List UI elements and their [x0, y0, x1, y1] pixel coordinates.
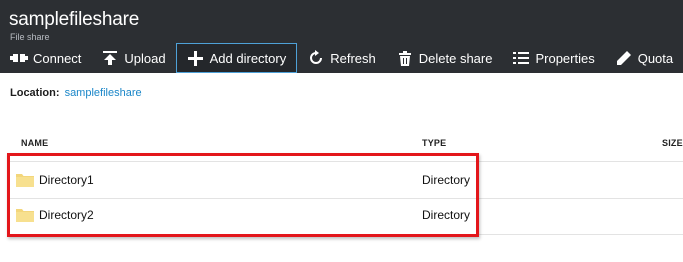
location-link[interactable]: samplefileshare	[65, 87, 142, 99]
quota-button[interactable]: Quota	[605, 43, 683, 73]
page-subtitle: File share	[10, 32, 50, 42]
upload-label: Upload	[124, 50, 166, 66]
blade-header: samplefileshare File share Connect Uploa…	[0, 0, 683, 73]
refresh-label: Refresh	[330, 50, 376, 66]
upload-button[interactable]: Upload	[91, 43, 175, 73]
quota-label: Quota	[637, 50, 674, 66]
table-row[interactable]: Directory2 Directory	[0, 198, 683, 233]
properties-button[interactable]: Properties	[502, 43, 604, 73]
page-title: samplefileshare	[9, 9, 140, 30]
refresh-icon	[307, 49, 325, 67]
row-type: Directory	[422, 208, 471, 222]
connect-button[interactable]: Connect	[0, 43, 91, 73]
plus-icon	[187, 49, 205, 67]
add-directory-button[interactable]: Add directory	[175, 43, 298, 73]
table-row[interactable]: Directory1 Directory	[0, 163, 683, 198]
folder-icon	[16, 173, 34, 192]
properties-label: Properties	[535, 50, 595, 66]
table-header-divider	[10, 161, 683, 162]
delete-share-button[interactable]: Delete share	[386, 43, 503, 73]
command-bar: Connect Upload Add directory Refresh Del…	[0, 43, 683, 73]
column-header-type[interactable]: TYPE	[422, 138, 446, 148]
row-name: Directory2	[39, 208, 94, 222]
row-type: Directory	[422, 173, 471, 187]
delete-share-label: Delete share	[418, 50, 493, 66]
folder-icon	[16, 208, 34, 227]
column-header-name[interactable]: NAME	[21, 138, 48, 148]
row-divider	[10, 234, 683, 235]
location-label: Location:	[10, 87, 60, 99]
list-icon	[512, 49, 530, 67]
refresh-button[interactable]: Refresh	[297, 43, 386, 73]
add-directory-label: Add directory	[209, 50, 287, 66]
connect-icon	[10, 49, 28, 67]
connect-label: Connect	[33, 50, 82, 66]
trash-icon	[396, 49, 414, 67]
upload-icon	[101, 49, 119, 67]
column-header-size[interactable]: SIZE	[662, 138, 683, 148]
pencil-icon	[615, 49, 633, 67]
row-name: Directory1	[39, 173, 94, 187]
location-breadcrumb: Location: samplefileshare	[10, 87, 142, 99]
